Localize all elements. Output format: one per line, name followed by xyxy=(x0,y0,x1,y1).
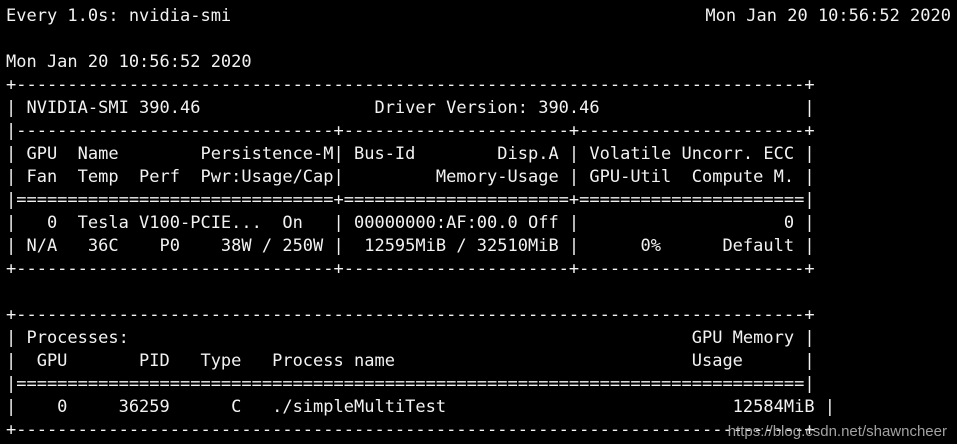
watch-header: Every 1.0s: nvidia-smi Mon Jan 20 10:56:… xyxy=(6,5,951,28)
processes-double-separator: |=======================================… xyxy=(6,374,815,394)
process-row: | 0 36259 C ./simpleMultiTest 12584MiB | xyxy=(6,397,836,417)
watch-time: Mon Jan 20 10:56:52 2020 xyxy=(705,6,951,26)
gpu-row-1: | 0 Tesla V100-PCIE... On | 00000000:AF:… xyxy=(6,213,815,233)
table-top-border: +---------------------------------------… xyxy=(6,75,815,95)
terminal-window[interactable]: Every 1.0s: nvidia-smi Mon Jan 20 10:56:… xyxy=(0,0,957,444)
output-timestamp: Mon Jan 20 10:56:52 2020 xyxy=(6,52,252,72)
gpu-row-2: | N/A 36C P0 38W / 250W | 12595MiB / 325… xyxy=(6,236,815,256)
watermark-text: https://blog.csdn.net/shawncheer xyxy=(727,423,947,440)
gpu-table-bottom-border: +-------------------------------+-------… xyxy=(6,259,815,279)
version-line: | NVIDIA-SMI 390.46 Driver Version: 390.… xyxy=(6,98,815,118)
processes-top-border: +---------------------------------------… xyxy=(6,305,815,325)
gpu-header-double-separator: |===============================+=======… xyxy=(6,190,815,210)
processes-title-row: | Processes: GPU Memory | xyxy=(6,328,815,348)
processes-header-row: | GPU PID Type Process name Usage | xyxy=(6,351,815,371)
watch-command: Every 1.0s: nvidia-smi xyxy=(6,6,232,26)
gpu-header-row-1: | GPU Name Persistence-M| Bus-Id Disp.A … xyxy=(6,144,815,164)
header-separator: |-------------------------------+-------… xyxy=(6,121,815,141)
gpu-header-row-2: | Fan Temp Perf Pwr:Usage/Cap| Memory-Us… xyxy=(6,167,815,187)
